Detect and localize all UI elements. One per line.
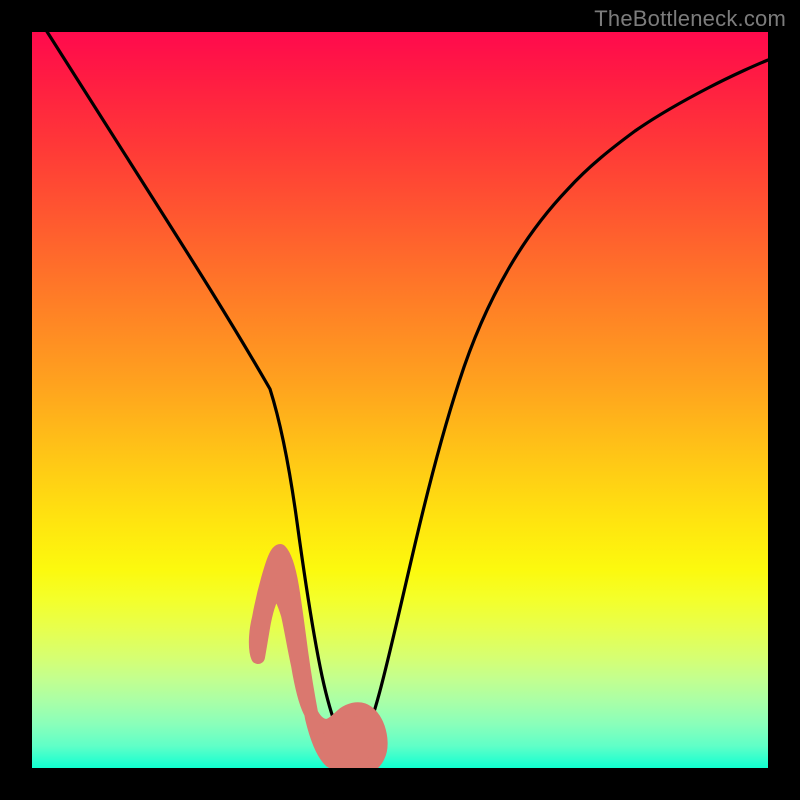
watermark-text: TheBottleneck.com [594,6,786,32]
bottleneck-curve [32,32,768,756]
chart-svg-layer [32,32,768,768]
chart-stage: TheBottleneck.com [0,0,800,800]
plot-area [32,32,768,768]
